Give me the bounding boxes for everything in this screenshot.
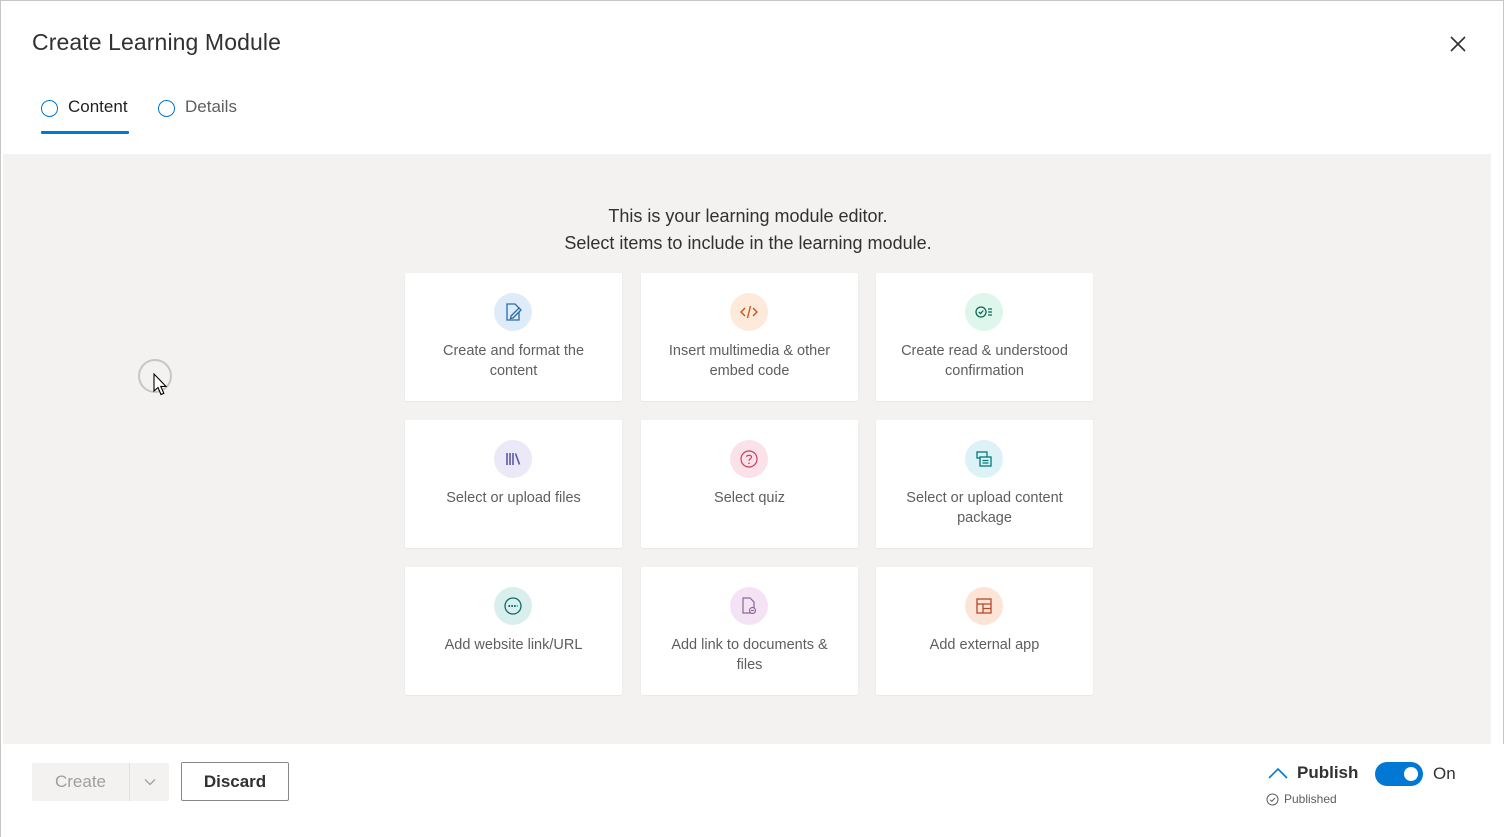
- publish-toggle[interactable]: [1375, 762, 1423, 786]
- package-icon: [965, 440, 1003, 478]
- library-icon: [494, 440, 532, 478]
- card-label: Insert multimedia & other embed code: [668, 343, 831, 379]
- toggle-state-label: On: [1433, 764, 1456, 783]
- dialog-footer: Create Discard Publish Published On: [1, 744, 1504, 837]
- editor-intro: This is your learning module editor. Sel…: [3, 203, 1493, 257]
- card-label: Select quiz: [714, 490, 785, 506]
- tab-content-label: Content: [68, 97, 128, 116]
- radio-circle-icon: [158, 100, 175, 117]
- publish-expander[interactable]: Publish: [1267, 763, 1358, 783]
- mouse-cursor-icon: [153, 373, 168, 396]
- card-select-quiz[interactable]: Select quiz: [641, 420, 858, 548]
- create-learning-module-dialog: Create Learning Module Content Details T…: [0, 0, 1504, 837]
- card-label: Create read & understood confirmation: [901, 343, 1068, 379]
- card-label: Select or upload files: [446, 490, 581, 506]
- published-text: Published: [1284, 792, 1337, 806]
- radio-circle-icon: [41, 100, 58, 117]
- toggle-knob: [1404, 767, 1418, 781]
- active-tab-indicator: [41, 131, 129, 134]
- web-link-icon: [494, 587, 532, 625]
- card-content-package[interactable]: Select or upload content package: [876, 420, 1093, 548]
- card-select-upload-files[interactable]: Select or upload files: [405, 420, 622, 548]
- check-circle-icon: [1266, 793, 1279, 805]
- card-label: Select or upload content package: [906, 490, 1063, 526]
- checklist-icon: [965, 293, 1003, 331]
- card-read-understood[interactable]: Create read & understood confirmation: [876, 273, 1093, 401]
- chevron-up-icon: [1268, 767, 1288, 779]
- tab-details-label: Details: [185, 97, 237, 116]
- embed-code-icon: [730, 293, 768, 331]
- question-icon: [730, 440, 768, 478]
- app-grid-icon: [965, 587, 1003, 625]
- create-button[interactable]: Create: [32, 763, 129, 801]
- dialog-title: Create Learning Module: [32, 29, 281, 55]
- card-label: Add website link/URL: [444, 637, 583, 653]
- tab-content[interactable]: Content: [41, 97, 128, 135]
- tab-details[interactable]: Details: [158, 97, 237, 135]
- document-link-icon: [730, 587, 768, 625]
- card-insert-multimedia[interactable]: Insert multimedia & other embed code: [641, 273, 858, 401]
- module-editor-area: This is your learning module editor. Sel…: [3, 154, 1491, 744]
- card-label: Add link to documents & files: [671, 637, 828, 673]
- card-label: Add external app: [929, 637, 1040, 653]
- publish-status: Published: [1266, 792, 1337, 806]
- card-website-link[interactable]: Add website link/URL: [405, 567, 622, 695]
- editor-intro-line2: Select items to include in the learning …: [564, 233, 932, 253]
- edit-document-icon: [494, 293, 532, 331]
- close-icon[interactable]: [1445, 31, 1471, 57]
- card-external-app[interactable]: Add external app: [876, 567, 1093, 695]
- card-create-format-content[interactable]: Create and format the content: [405, 273, 622, 401]
- discard-button[interactable]: Discard: [181, 762, 289, 801]
- card-label: Create and format the content: [442, 343, 585, 379]
- create-options-button[interactable]: [129, 763, 169, 801]
- chevron-down-icon: [144, 779, 155, 786]
- card-link-documents[interactable]: Add link to documents & files: [641, 567, 858, 695]
- editor-intro-line1: This is your learning module editor.: [608, 206, 888, 226]
- publish-label: Publish: [1297, 763, 1359, 782]
